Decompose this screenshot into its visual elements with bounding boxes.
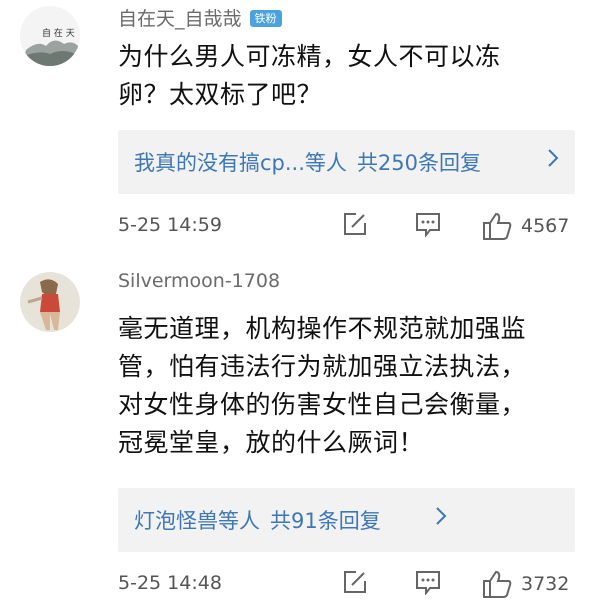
reply-count: 共250条回复 [356,151,481,175]
comment-meta: 5-25 14:59 4567 [0,206,600,246]
username[interactable]: Silvermoon-1708 [118,270,280,292]
comment-text: 毫无道理，机构操作不规范就加强监 管，怕有违法行为就加强立法执法， 对女性身体的… [118,310,568,462]
chevron-right-icon [435,505,447,527]
comment-icon[interactable] [414,569,442,595]
edit-icon[interactable] [342,211,368,237]
like-count: 3732 [521,573,570,595]
reply-summary-text[interactable]: 灯泡怪兽等人 共91条回复 [134,505,381,535]
thumbs-up-icon [481,211,513,241]
reply-summary-text[interactable]: 我真的没有搞cp...等人 共250条回复 [134,147,481,177]
avatar-text: 自 在 天 [42,27,75,39]
reply-summary[interactable]: 我真的没有搞cp...等人 共250条回复 [118,130,575,194]
comment-text-line: 冠冕堂皇，放的什么厥词！ [118,428,425,457]
reply-count: 共91条回复 [270,509,381,533]
comment-text-line: 对女性身体的伤害女性自己会衡量， [118,390,527,419]
fan-badge: 铁粉 [249,10,282,27]
timestamp: 5-25 14:59 [118,214,222,236]
reply-names: 我真的没有搞cp...等人 [134,151,347,175]
comment-text-line: 管，怕有违法行为就加强立法执法， [118,352,527,381]
comment-meta: 5-25 14:48 3732 [0,564,600,604]
reply-names: 灯泡怪兽等人 [134,509,260,533]
reply-summary[interactable]: 灯泡怪兽等人 共91条回复 [118,488,575,552]
comment-text-line: 为什么男人可冻精，女人不可以冻 [118,42,501,71]
chevron-right-icon [547,147,559,169]
username-text[interactable]: 自在天_自哉哉 [118,8,242,30]
like-button[interactable]: 4567 [481,211,600,241]
comment-text-line: 毫无道理，机构操作不规范就加强监 [118,314,527,343]
like-count: 4567 [521,215,570,237]
username-text[interactable]: Silvermoon-1708 [118,270,280,292]
avatar[interactable] [20,272,80,332]
comment-text: 为什么男人可冻精，女人不可以冻 卵？太双标了吧？ [118,38,568,114]
username[interactable]: 自在天_自哉哉 铁粉 [118,4,282,31]
comment-icon[interactable] [414,211,442,237]
edit-icon[interactable] [342,569,368,595]
comment-text-line: 卵？太双标了吧？ [118,80,323,109]
avatar[interactable]: 自 在 天 [20,6,80,66]
like-button[interactable]: 3732 [481,569,600,599]
thumbs-up-icon [481,569,513,599]
timestamp: 5-25 14:48 [118,572,222,594]
